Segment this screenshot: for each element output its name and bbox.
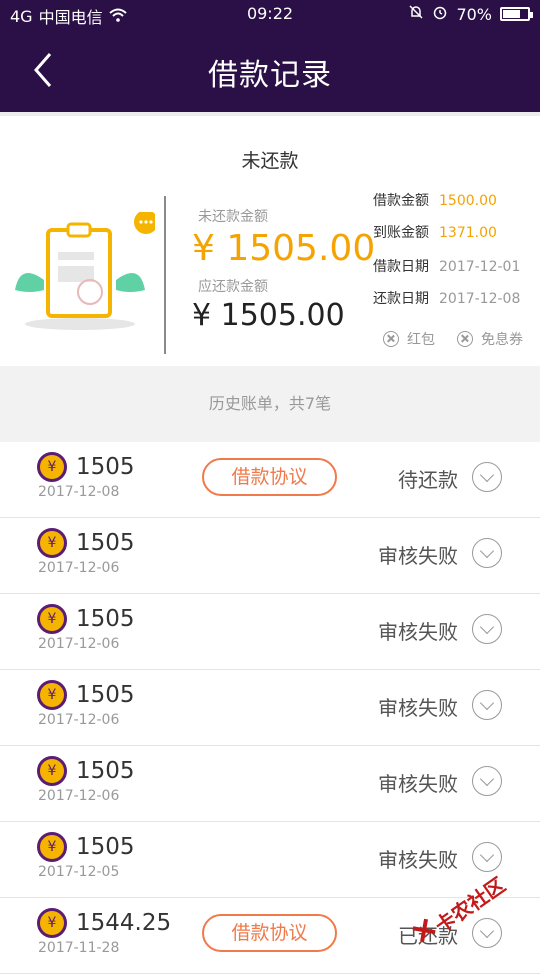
due-amount: ¥ 1505.00: [192, 298, 345, 333]
detail-loan-amount: 借款金额 1500.00: [373, 190, 497, 210]
record-amount: 1505: [76, 682, 135, 708]
yuan-coin-icon: ¥: [37, 908, 67, 938]
coupon-label: 红包: [407, 332, 435, 348]
loan-agreement-button[interactable]: 借款协议: [202, 458, 337, 496]
detail-label: 借款金额: [373, 193, 429, 209]
loan-summary-card: 未还款 未还款金额 ¥ 1505.00 应还款金额 ¥ 1505.00 借款金额…: [0, 112, 540, 366]
summary-heading: 未还款: [241, 150, 299, 172]
coupon-label: 免息券: [481, 332, 523, 348]
close-circle-icon: [457, 331, 473, 347]
record-status: 审核失败: [378, 772, 458, 796]
battery-icon: [500, 7, 533, 21]
record-status: 审核失败: [378, 544, 458, 568]
record-date: 2017-11-28: [38, 940, 120, 956]
list-item[interactable]: ¥ 1505 2017-12-06 审核失败: [0, 670, 540, 746]
yuan-coin-icon: ¥: [37, 756, 67, 786]
chevron-down-icon[interactable]: [472, 690, 502, 720]
battery-percent: 70%: [456, 4, 492, 24]
record-status: 审核失败: [378, 696, 458, 720]
chevron-down-icon[interactable]: [472, 614, 502, 644]
unpaid-amount: ¥ 1505.00: [192, 228, 376, 269]
record-status: 审核失败: [378, 620, 458, 644]
record-amount: 1505: [76, 454, 135, 480]
chevron-down-icon[interactable]: [472, 766, 502, 796]
yuan-coin-icon: ¥: [37, 452, 67, 482]
record-date: 2017-12-06: [38, 636, 120, 652]
yuan-coin-icon: ¥: [37, 832, 67, 862]
mute-icon: [408, 4, 424, 24]
list-item[interactable]: ¥ 1505 2017-12-06 审核失败: [0, 594, 540, 670]
detail-value: 2017-12-01: [439, 259, 521, 275]
loan-agreement-button[interactable]: 借款协议: [202, 914, 337, 952]
record-amount: 1505: [76, 530, 135, 556]
record-date: 2017-12-08: [38, 484, 120, 500]
record-date: 2017-12-06: [38, 560, 120, 576]
detail-label: 借款日期: [373, 259, 429, 275]
red-packet-option[interactable]: 红包: [383, 329, 435, 349]
list-item[interactable]: ¥ 1505 2017-12-06 审核失败: [0, 518, 540, 594]
record-status: 待还款: [398, 468, 458, 492]
unpaid-amount-label: 未还款金额: [198, 209, 268, 225]
chevron-down-icon[interactable]: [472, 462, 502, 492]
close-circle-icon: [383, 331, 399, 347]
detail-label: 到账金额: [373, 225, 429, 241]
detail-received-amount: 到账金额 1371.00: [373, 222, 497, 242]
record-date: 2017-12-06: [38, 788, 120, 804]
yuan-coin-icon: ¥: [37, 604, 67, 634]
summary-divider: [164, 196, 166, 354]
detail-value: 2017-12-08: [439, 291, 521, 307]
history-header: 历史账单，共7笔: [0, 366, 540, 442]
alarm-icon: [432, 4, 448, 24]
record-date: 2017-12-06: [38, 712, 120, 728]
list-item[interactable]: ¥ 1505 2017-12-06 审核失败: [0, 746, 540, 822]
due-amount-label: 应还款金额: [198, 279, 268, 295]
page-title: 借款记录: [208, 58, 332, 93]
detail-repay-date: 还款日期 2017-12-08: [373, 288, 520, 308]
record-amount: 1544.25: [76, 910, 172, 936]
battery-fill: [503, 10, 520, 18]
record-amount: 1505: [76, 606, 135, 632]
interest-free-coupon-option[interactable]: 免息券: [457, 329, 523, 349]
coupon-row: 红包 免息券: [383, 329, 523, 349]
record-status: 审核失败: [378, 848, 458, 872]
status-bar: 4G 中国电信 09:22 70%: [0, 0, 540, 28]
record-date: 2017-12-05: [38, 864, 120, 880]
clipboard-illustration: [15, 212, 155, 330]
nav-bar: 借款记录: [0, 28, 540, 112]
yuan-coin-icon: ¥: [37, 528, 67, 558]
record-amount: 1505: [76, 758, 135, 784]
detail-value: 1500.00: [439, 193, 497, 209]
detail-value: 1371.00: [439, 225, 497, 241]
detail-loan-date: 借款日期 2017-12-01: [373, 256, 520, 276]
detail-label: 还款日期: [373, 291, 429, 307]
list-item[interactable]: ¥ 1505 2017-12-08 借款协议 待还款: [0, 442, 540, 518]
record-amount: 1505: [76, 834, 135, 860]
chevron-down-icon[interactable]: [472, 538, 502, 568]
yuan-coin-icon: ¥: [37, 680, 67, 710]
